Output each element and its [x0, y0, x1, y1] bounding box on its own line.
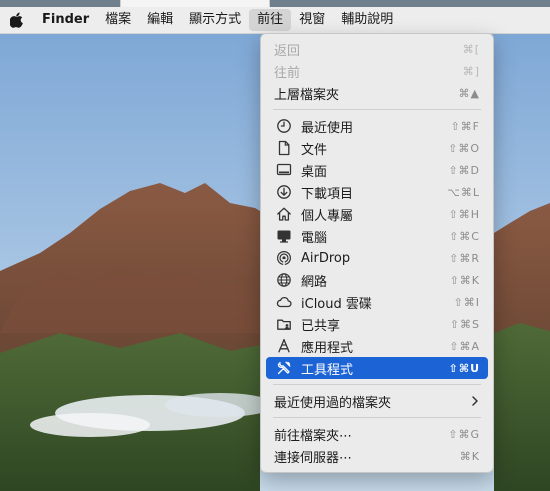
utilities-icon	[276, 360, 292, 376]
menu-item-recent-folders[interactable]: 最近使用過的檔案夾	[266, 390, 488, 412]
menu-bar: Finder 檔案 編輯 顯示方式 前往 視窗 輔助說明	[0, 7, 550, 34]
menu-item-enclosing-folder[interactable]: 上層檔案夾 ⌘▲	[266, 82, 488, 104]
computer-icon	[276, 228, 292, 244]
chevron-right-icon	[471, 394, 479, 408]
menu-item-downloads[interactable]: 下載項目 ⌥⌘L	[266, 181, 488, 203]
shortcut-label: ⇧⌘F	[450, 119, 480, 133]
shortcut-label: ⇧⌘R	[449, 251, 480, 265]
menu-item-label: 已共享	[301, 318, 341, 334]
shared-folder-icon	[276, 316, 292, 332]
menu-item-label: 返回	[274, 43, 301, 59]
window-edge	[120, 0, 270, 7]
shortcut-label: ⇧⌘C	[449, 229, 480, 243]
menu-item-back[interactable]: 返回 ⌘[	[266, 38, 488, 60]
shortcut-label: ⌘K	[459, 449, 480, 463]
clock-icon	[276, 118, 292, 134]
home-icon	[276, 206, 292, 222]
menu-item-label: AirDrop	[301, 250, 351, 266]
menu-file[interactable]: 檔案	[97, 9, 139, 31]
menu-finder[interactable]: Finder	[34, 9, 97, 31]
menu-item-label: 文件	[301, 142, 328, 158]
menu-item-label: 往前	[274, 65, 301, 81]
shortcut-label: ⇧⌘O	[448, 141, 480, 155]
shortcut-label: ⇧⌘I	[453, 295, 480, 309]
desktop-icon	[276, 162, 292, 178]
network-icon	[276, 272, 292, 288]
menu-item-go-to-folder[interactable]: 前往檔案夾⋯ ⇧⌘G	[266, 423, 488, 445]
menu-item-label: 電腦	[301, 230, 328, 246]
menu-item-utilities[interactable]: 工具程式 ⇧⌘U	[266, 357, 488, 379]
airdrop-icon	[276, 250, 292, 266]
applications-icon	[276, 338, 292, 354]
menu-item-label: 網路	[301, 274, 328, 290]
document-icon	[276, 140, 292, 156]
menu-edit[interactable]: 編輯	[139, 9, 181, 31]
shortcut-label: ⇧⌘U	[448, 361, 480, 375]
menu-item-connect-to-server[interactable]: 連接伺服器⋯ ⌘K	[266, 445, 488, 467]
menu-item-label: 應用程式	[301, 340, 354, 356]
go-menu-dropdown: 返回 ⌘[ 往前 ⌘] 上層檔案夾 ⌘▲ 最近使用 ⇧⌘F 文件 ⇧⌘O 桌面 …	[260, 33, 494, 473]
menu-item-documents[interactable]: 文件 ⇧⌘O	[266, 137, 488, 159]
menu-item-label: 工具程式	[301, 362, 354, 378]
menu-window[interactable]: 視窗	[291, 9, 333, 31]
menu-item-label: 最近使用	[301, 120, 354, 136]
menu-item-label: 前往檔案夾⋯	[274, 428, 353, 444]
menu-item-network[interactable]: 網路 ⇧⌘K	[266, 269, 488, 291]
menu-item-icloud-drive[interactable]: iCloud 雲碟 ⇧⌘I	[266, 291, 488, 313]
menu-item-forward[interactable]: 往前 ⌘]	[266, 60, 488, 82]
shortcut-label: ⇧⌘G	[448, 427, 480, 441]
shortcut-label: ⌘▲	[458, 86, 480, 100]
menu-separator	[273, 109, 481, 110]
menu-view[interactable]: 顯示方式	[181, 9, 249, 31]
menu-item-label: 最近使用過的檔案夾	[274, 395, 392, 411]
menu-item-recents[interactable]: 最近使用 ⇧⌘F	[266, 115, 488, 137]
shortcut-label: ⇧⌘K	[449, 273, 480, 287]
shortcut-label: ⌘[	[462, 42, 480, 56]
download-icon	[276, 184, 292, 200]
menu-item-desktop[interactable]: 桌面 ⇧⌘D	[266, 159, 488, 181]
menu-item-label: 上層檔案夾	[274, 87, 340, 103]
menu-item-label: iCloud 雲碟	[301, 296, 372, 312]
cloud-icon	[276, 294, 292, 310]
menu-separator	[273, 417, 481, 418]
menu-item-home[interactable]: 個人專屬 ⇧⌘H	[266, 203, 488, 225]
menu-separator	[273, 384, 481, 385]
shortcut-label: ⇧⌘S	[449, 317, 480, 331]
apple-logo-icon[interactable]	[10, 12, 24, 28]
menu-item-label: 個人專屬	[301, 208, 354, 224]
shortcut-label: ⇧⌘D	[448, 163, 480, 177]
shortcut-label: ⇧⌘A	[449, 339, 480, 353]
menu-item-shared[interactable]: 已共享 ⇧⌘S	[266, 313, 488, 335]
menu-item-applications[interactable]: 應用程式 ⇧⌘A	[266, 335, 488, 357]
menu-item-label: 桌面	[301, 164, 328, 180]
menu-help[interactable]: 輔助說明	[333, 9, 401, 31]
menu-item-airdrop[interactable]: AirDrop ⇧⌘R	[266, 247, 488, 269]
shortcut-label: ⌘]	[462, 64, 480, 78]
menu-item-label: 連接伺服器⋯	[274, 450, 353, 466]
shortcut-label: ⇧⌘H	[448, 207, 480, 221]
menu-item-computer[interactable]: 電腦 ⇧⌘C	[266, 225, 488, 247]
menu-go[interactable]: 前往	[249, 9, 292, 31]
menu-item-label: 下載項目	[301, 186, 354, 202]
shortcut-label: ⌥⌘L	[447, 185, 480, 199]
